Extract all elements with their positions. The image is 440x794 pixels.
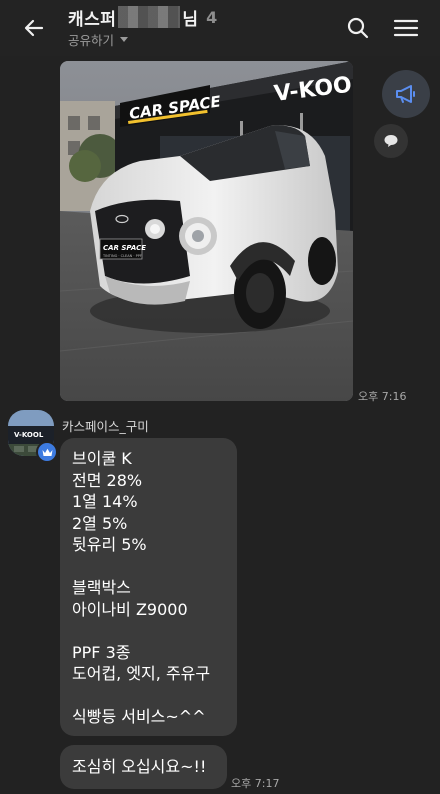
message-bubble[interactable]: 브이쿨 K 전면 28% 1열 14% 2열 5% 뒷유리 5% 블랙박스 아이…: [60, 438, 237, 736]
message-bubble[interactable]: 조심히 오십시요~!!: [60, 745, 227, 789]
message-line: 뒷유리 5%: [72, 535, 147, 554]
sender-name: 카스페이스_구미: [62, 419, 149, 434]
message-line: 브이쿨 K: [72, 449, 132, 468]
chat-title-prefix: 캐스퍼: [68, 9, 117, 30]
photo-message[interactable]: CAR SPACE V-KOO CAR SPACE TINTING · CLEA…: [60, 61, 353, 401]
member-count: 4: [206, 7, 218, 27]
chat-screen: 캐스퍼 님 4 공유하기 CAR SPACE V-KOO CAR SPACE T…: [0, 0, 440, 794]
message-line: PPF 3종: [72, 642, 131, 662]
crown-icon: [42, 448, 52, 456]
message-text: 조심히 오십시요~!!: [72, 757, 207, 776]
message-line: 1열 14%: [72, 492, 138, 511]
share-label: 공유하기: [68, 33, 115, 48]
car-photo: CAR SPACE V-KOO CAR SPACE TINTING · CLEA…: [60, 61, 353, 401]
plate-subtext: TINTING · CLEAN · PPF: [102, 254, 142, 258]
menu-button[interactable]: [390, 12, 422, 44]
plate-text: CAR SPACE: [103, 244, 146, 252]
chat-title[interactable]: 캐스퍼 님 4: [68, 6, 218, 30]
hamburger-menu-icon: [393, 19, 419, 37]
message-line: 블랙박스: [72, 578, 131, 597]
admin-badge: [36, 441, 58, 463]
chat-title-suffix: 님: [182, 9, 199, 30]
reply-button[interactable]: [374, 124, 408, 158]
message-time: 오후 7:17: [231, 777, 280, 790]
avatar-text: V-KOOL: [14, 431, 44, 439]
megaphone-icon: [396, 85, 415, 103]
message-line: 2열 5%: [72, 513, 128, 533]
notice-button[interactable]: [382, 70, 430, 118]
search-button[interactable]: [342, 12, 374, 44]
message-line: 아이나비 Z9000: [72, 599, 188, 619]
redacted-name-block: [118, 6, 181, 28]
share-dropdown[interactable]: 공유하기: [68, 30, 129, 49]
chat-header: 캐스퍼 님 4 공유하기: [0, 0, 440, 56]
back-button[interactable]: [16, 10, 52, 46]
message-time: 오후 7:16: [358, 390, 407, 403]
speech-bubble-icon: [384, 135, 398, 147]
back-arrow-icon: [24, 19, 44, 37]
search-icon: [347, 17, 369, 39]
caret-down-icon: [120, 37, 129, 42]
message-line: 전면 28%: [72, 470, 143, 490]
message-line: 도어컵, 엣지, 주유구: [72, 664, 211, 683]
message-line: 식빵등 서비스~^^: [72, 707, 206, 726]
